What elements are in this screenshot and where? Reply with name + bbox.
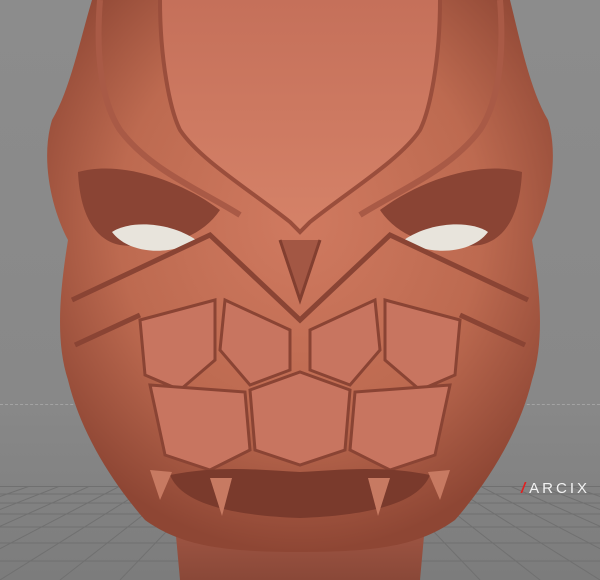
- watermark-logo: /ARCIX: [521, 480, 590, 497]
- watermark-slash: /: [520, 480, 529, 497]
- watermark-text: ARCIX: [529, 480, 590, 497]
- sculpt-viewport[interactable]: /ARCIX: [0, 0, 600, 580]
- sculpted-creature-head-icon[interactable]: [0, 0, 600, 580]
